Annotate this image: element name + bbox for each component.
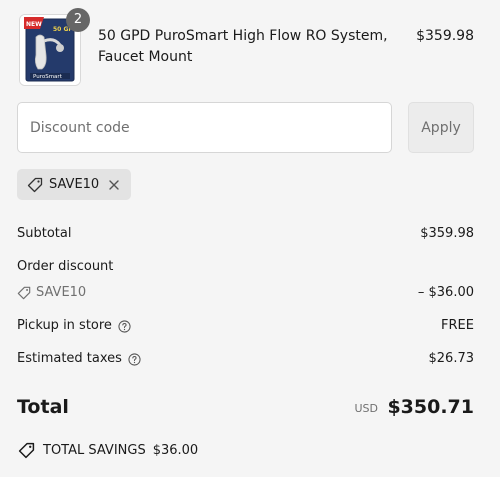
applied-discount-code: SAVE10 bbox=[49, 177, 100, 192]
total-savings: TOTAL SAVINGS $36.00 bbox=[18, 442, 198, 459]
total-savings-value: $36.00 bbox=[152, 443, 199, 458]
question-circle-icon[interactable] bbox=[128, 352, 141, 366]
image-new-label: NEW bbox=[26, 21, 42, 28]
order-discount-value: – $36.00 bbox=[417, 285, 474, 300]
pickup-label: Pickup in store bbox=[17, 318, 112, 333]
subtotal-row: Subtotal $359.98 bbox=[17, 225, 474, 243]
total-row: Total USD $350.71 bbox=[17, 394, 474, 420]
product-price: $359.98 bbox=[416, 28, 474, 44]
pickup-value: FREE bbox=[441, 318, 474, 333]
order-discount-detail-row: SAVE10 – $36.00 bbox=[17, 284, 474, 306]
cart-line-item: NEW 50 GPD PuroSmart 2 50 GPD PuroSmart … bbox=[17, 8, 487, 86]
tag-icon bbox=[17, 286, 31, 300]
subtotal-value: $359.98 bbox=[420, 226, 474, 241]
quantity-badge: 2 bbox=[66, 8, 90, 32]
apply-discount-button[interactable]: Apply bbox=[408, 102, 474, 153]
total-savings-label: TOTAL SAVINGS bbox=[43, 443, 146, 458]
subtotal-label: Subtotal bbox=[17, 226, 72, 241]
total-label: Total bbox=[17, 396, 69, 418]
total-value: $350.71 bbox=[387, 396, 474, 418]
applied-discount-chip: SAVE10 bbox=[17, 169, 131, 200]
image-brand-label: PuroSmart bbox=[33, 74, 63, 80]
order-discount-label: Order discount bbox=[17, 259, 114, 274]
total-currency: USD bbox=[354, 402, 378, 415]
taxes-row: Estimated taxes $26.73 bbox=[17, 350, 474, 368]
product-name: 50 GPD PuroSmart High Flow RO System, Fa… bbox=[98, 28, 388, 65]
taxes-label: Estimated taxes bbox=[17, 351, 122, 366]
pickup-row: Pickup in store FREE bbox=[17, 317, 474, 335]
tag-icon bbox=[27, 177, 43, 193]
tag-icon bbox=[18, 442, 35, 459]
order-discount-row: Order discount bbox=[17, 258, 474, 276]
order-discount-code: SAVE10 bbox=[36, 285, 87, 300]
discount-code-input[interactable] bbox=[17, 102, 392, 153]
remove-discount-close-icon[interactable] bbox=[107, 178, 121, 192]
question-circle-icon[interactable] bbox=[118, 319, 131, 333]
taxes-value: $26.73 bbox=[428, 351, 475, 366]
